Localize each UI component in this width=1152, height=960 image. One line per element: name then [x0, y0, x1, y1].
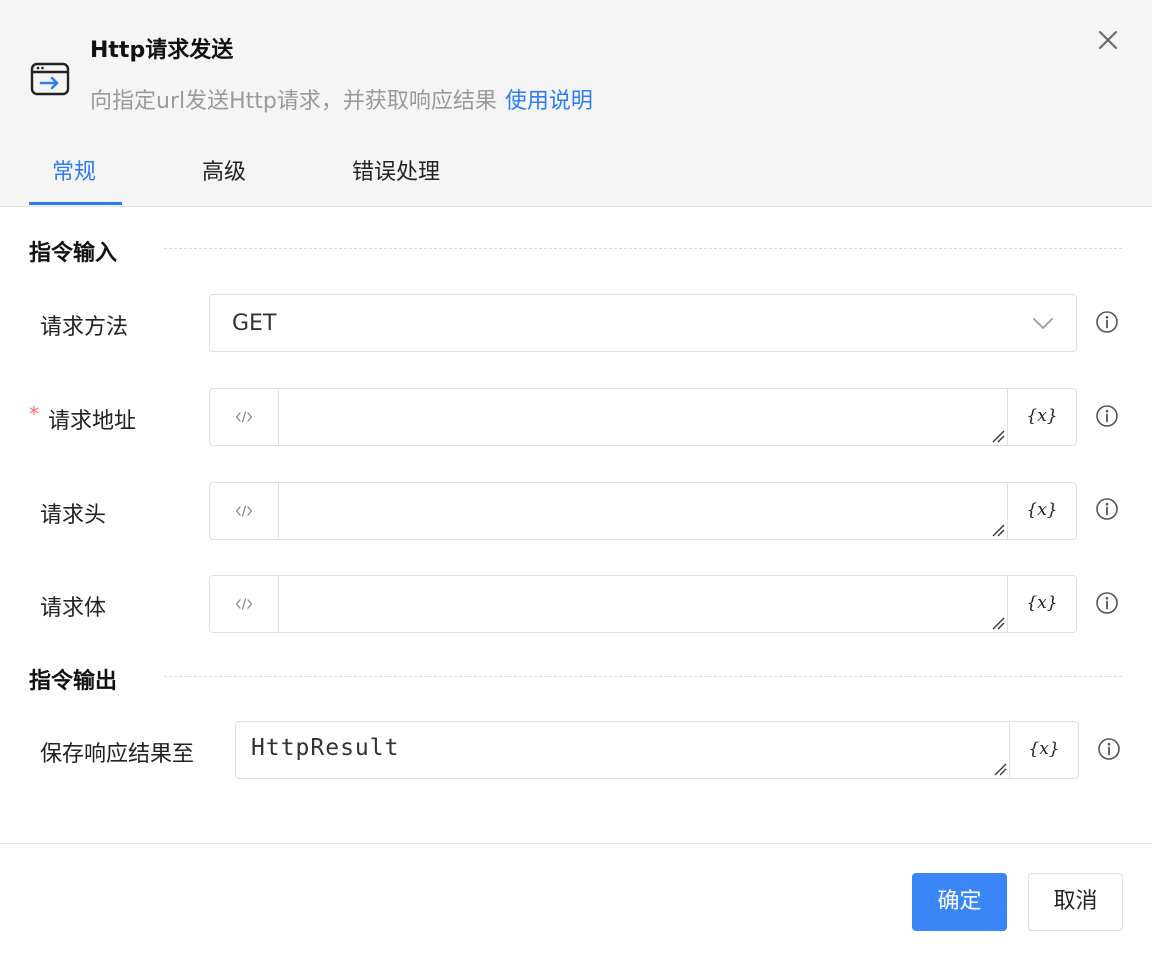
save-result-label: 保存响应结果至 — [40, 742, 195, 767]
method-value: GET — [232, 311, 277, 336]
browser-arrow-icon — [30, 62, 70, 96]
tab-advanced[interactable]: 高级 — [202, 154, 246, 186]
insert-variable-button[interactable]: {x} — [1009, 722, 1078, 778]
output-section-title: 指令输出 — [29, 669, 118, 694]
dialog-description: 向指定url发送Http请求，并获取响应结果 — [90, 89, 497, 114]
body-label: 请求体 — [40, 596, 107, 621]
url-input[interactable] — [279, 389, 1007, 445]
input-section-title: 指令输入 — [29, 241, 118, 266]
body-input[interactable] — [279, 576, 1007, 632]
dialog-title: Http请求发送 — [90, 38, 234, 63]
resize-handle-icon[interactable] — [993, 762, 1007, 776]
dialog-header: Http请求发送 向指定url发送Http请求，并获取响应结果 使用说明 常规 高… — [0, 0, 1152, 207]
resize-handle-icon[interactable] — [991, 523, 1005, 537]
section-divider — [164, 676, 1122, 677]
insert-variable-button[interactable]: {x} — [1007, 389, 1076, 445]
chevron-down-icon — [1033, 318, 1053, 329]
code-icon — [235, 505, 253, 517]
info-icon[interactable] — [1095, 497, 1119, 521]
resize-handle-icon[interactable] — [991, 616, 1005, 630]
dialog-subtitle: 向指定url发送Http请求，并获取响应结果 使用说明 — [90, 83, 593, 115]
url-field: {x} — [209, 388, 1077, 446]
info-icon[interactable] — [1097, 737, 1121, 761]
help-link[interactable]: 使用说明 — [505, 89, 593, 114]
info-icon[interactable] — [1095, 591, 1119, 615]
headers-input[interactable] — [279, 483, 1007, 539]
section-divider — [164, 248, 1122, 249]
resize-handle-icon[interactable] — [991, 429, 1005, 443]
info-icon[interactable] — [1095, 310, 1119, 334]
code-mode-toggle[interactable] — [210, 389, 279, 445]
method-select[interactable]: GET — [209, 294, 1077, 352]
close-icon[interactable] — [1094, 26, 1122, 54]
footer-divider — [0, 843, 1152, 844]
headers-field: {x} — [209, 482, 1077, 540]
required-mark: * — [29, 402, 39, 426]
insert-variable-button[interactable]: {x} — [1007, 483, 1076, 539]
info-icon[interactable] — [1095, 404, 1119, 428]
headers-label: 请求头 — [40, 503, 107, 528]
cancel-button[interactable]: 取消 — [1028, 873, 1123, 931]
insert-variable-button[interactable]: {x} — [1007, 576, 1076, 632]
code-icon — [235, 598, 253, 610]
save-result-value: HttpResult — [251, 735, 400, 761]
tab-error-handling[interactable]: 错误处理 — [352, 154, 440, 186]
save-result-input[interactable]: HttpResult — [236, 722, 1009, 778]
body-field: {x} — [209, 575, 1077, 633]
url-label: 请求地址 — [48, 409, 137, 434]
code-icon — [235, 411, 253, 423]
confirm-button[interactable]: 确定 — [912, 873, 1007, 931]
save-result-field: HttpResult {x} — [235, 721, 1079, 779]
code-mode-toggle[interactable] — [210, 576, 279, 632]
code-mode-toggle[interactable] — [210, 483, 279, 539]
active-tab-indicator — [29, 202, 122, 205]
tab-general[interactable]: 常规 — [52, 154, 96, 186]
method-label: 请求方法 — [40, 315, 129, 340]
